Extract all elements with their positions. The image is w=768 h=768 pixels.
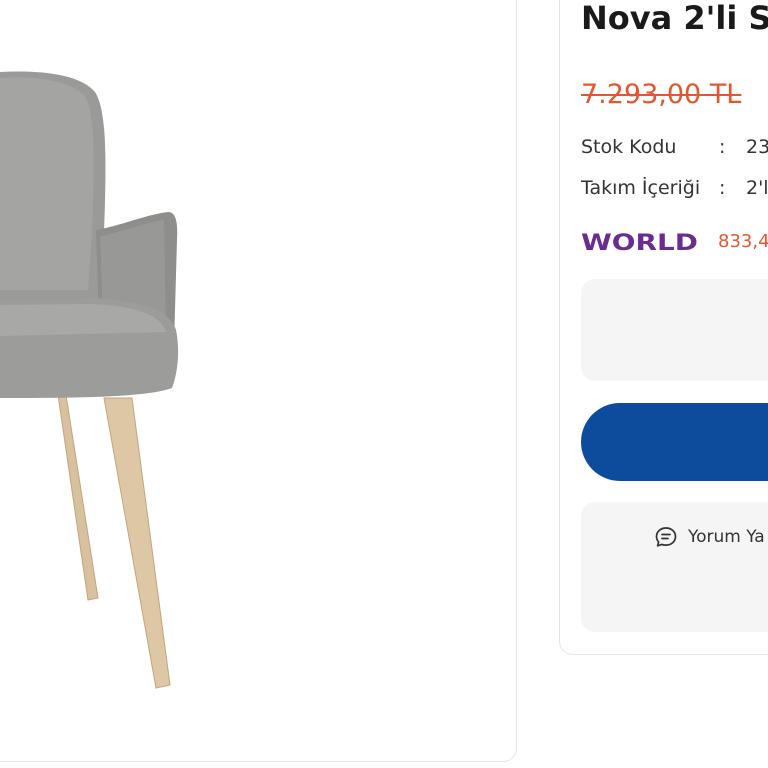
product-page: Nova 2'li Sa 7.293,00 TL Stok Kodu:23 Ta… bbox=[0, 0, 768, 768]
spec-value: 2'l bbox=[746, 177, 768, 199]
spec-row-set-contents: Takım İçeriği:2'l bbox=[581, 176, 768, 200]
spec-colon: : bbox=[719, 177, 726, 199]
comment-icon bbox=[655, 527, 677, 547]
write-review-link[interactable]: Yorum Ya bbox=[654, 525, 765, 549]
spec-row-stock-code: Stok Kodu:23 bbox=[581, 135, 768, 159]
options-panel bbox=[581, 279, 768, 381]
add-to-cart-button[interactable] bbox=[581, 403, 768, 481]
svg-text:WORLD: WORLD bbox=[581, 231, 698, 255]
review-panel bbox=[581, 502, 768, 632]
old-price: 7.293,00 TL bbox=[581, 79, 742, 110]
spec-key: Takım İçeriği bbox=[581, 177, 701, 199]
installment-price: 833,4 bbox=[718, 231, 768, 252]
product-title: Nova 2'li Sa bbox=[581, 0, 768, 37]
spec-key: Stok Kodu bbox=[581, 136, 677, 158]
chair-photo[interactable] bbox=[0, 0, 520, 768]
spec-colon: : bbox=[719, 136, 726, 158]
spec-value: 23 bbox=[746, 136, 768, 158]
write-review-label: Yorum Ya bbox=[688, 527, 765, 547]
world-card-logo-icon: WORLD bbox=[581, 231, 698, 255]
